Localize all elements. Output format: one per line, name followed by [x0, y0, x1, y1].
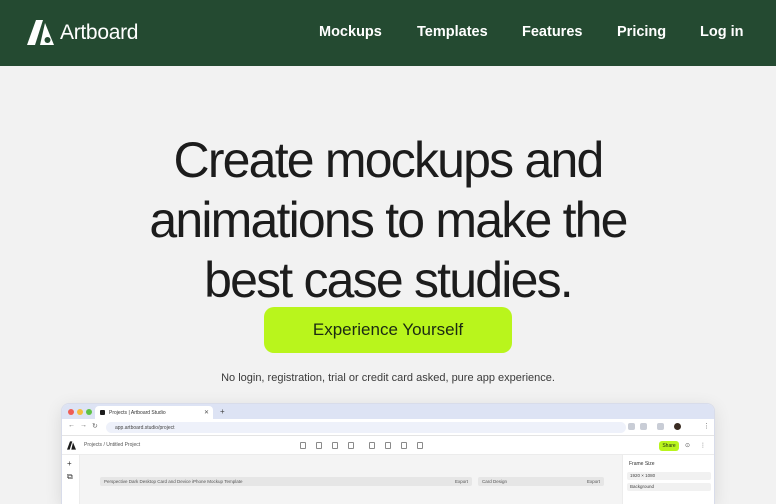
experience-yourself-button[interactable]: Experience Yourself: [264, 307, 512, 353]
nav-link-pricing[interactable]: Pricing: [617, 24, 666, 40]
browser-tab: Projects | Artboard Studio ✕: [95, 406, 213, 419]
image-tool-icon: [385, 442, 391, 449]
tab-favicon-icon: [100, 410, 105, 415]
top-navbar: Artboard Mockups Templates Features Pric…: [0, 0, 776, 66]
minimize-window-dot: [77, 409, 83, 415]
cta-subnote: No login, registration, trial or credit …: [221, 372, 555, 384]
nav-link-templates[interactable]: Templates: [417, 24, 488, 40]
browser-tab-title: Projects | Artboard Studio: [109, 410, 166, 416]
browser-menu-icon: ⋮: [703, 423, 710, 430]
panel-title: Frame Size: [629, 461, 655, 467]
nav-link-features[interactable]: Features: [522, 24, 582, 40]
frame-left-export: Export: [454, 479, 468, 484]
hero-title: Create mockups and animations to make th…: [0, 130, 776, 310]
app-logo-icon: [67, 441, 76, 450]
frame-label-right-title: Card Design: [482, 479, 508, 484]
hero-title-line: animations to make the: [149, 192, 628, 248]
profile-avatar: [674, 423, 681, 430]
frame-tool-icon: [300, 442, 306, 449]
move-tool-icon: [348, 442, 354, 449]
hero-title-line: Create mockups and: [173, 132, 605, 188]
back-arrow-icon: ←: [68, 422, 75, 429]
editor-canvas: Perspective Dark Desktop Card and Device…: [80, 455, 622, 504]
tab-close-icon: ✕: [203, 410, 209, 416]
app-menu-icon: ⋮: [700, 443, 706, 449]
close-window-dot: [68, 409, 74, 415]
browser-tabbar: Projects | Artboard Studio ✕ +: [62, 404, 714, 419]
extensions-icon: [657, 423, 664, 430]
effects-tool-icon: [401, 442, 407, 449]
share-button: Share: [659, 441, 679, 451]
address-bar: app.artboard.studio/project: [106, 422, 626, 433]
zoom-icon: ⊙: [685, 443, 691, 449]
reload-icon: ↻: [92, 423, 98, 430]
cast-icon: [628, 423, 635, 430]
hero-title-line: best case studies.: [204, 252, 574, 308]
add-icon: +: [67, 459, 72, 468]
panel-row: 1920 × 1080: [627, 472, 711, 480]
device-tool-icon: [369, 442, 375, 449]
properties-panel: Frame Size 1920 × 1080 Background: [622, 455, 714, 504]
browser-urlbar: ← → ↻ app.artboard.studio/project ⋮: [62, 419, 714, 436]
left-tool-rail: + ⧉: [62, 455, 80, 504]
nav-link-login[interactable]: Log in: [700, 24, 744, 40]
shape-tool-icon: [332, 442, 338, 449]
forward-arrow-icon: →: [80, 422, 87, 429]
nav-link-mockups[interactable]: Mockups: [319, 24, 382, 40]
bookmark-icon: [640, 423, 647, 430]
panel-row: Background: [627, 483, 711, 491]
animate-tool-icon: [417, 442, 423, 449]
main-nav: Mockups Templates Features Pricing Log i…: [0, 0, 776, 66]
app-breadcrumb: Projects / Untitled Project: [84, 442, 141, 448]
app-preview-browser: Projects | Artboard Studio ✕ + ← → ↻ app…: [62, 404, 714, 504]
layers-icon: ⧉: [67, 472, 73, 481]
maximize-window-dot: [86, 409, 92, 415]
address-url: app.artboard.studio/project: [115, 425, 175, 431]
app-toolbar: Projects / Untitled Project Share ⊙ ⋮: [62, 437, 714, 455]
text-tool-icon: [316, 442, 322, 449]
frame-right-export: Export: [586, 479, 600, 484]
frame-label-left-title: Perspective Dark Desktop Card and Device…: [104, 479, 243, 484]
new-tab-icon: +: [220, 407, 225, 416]
